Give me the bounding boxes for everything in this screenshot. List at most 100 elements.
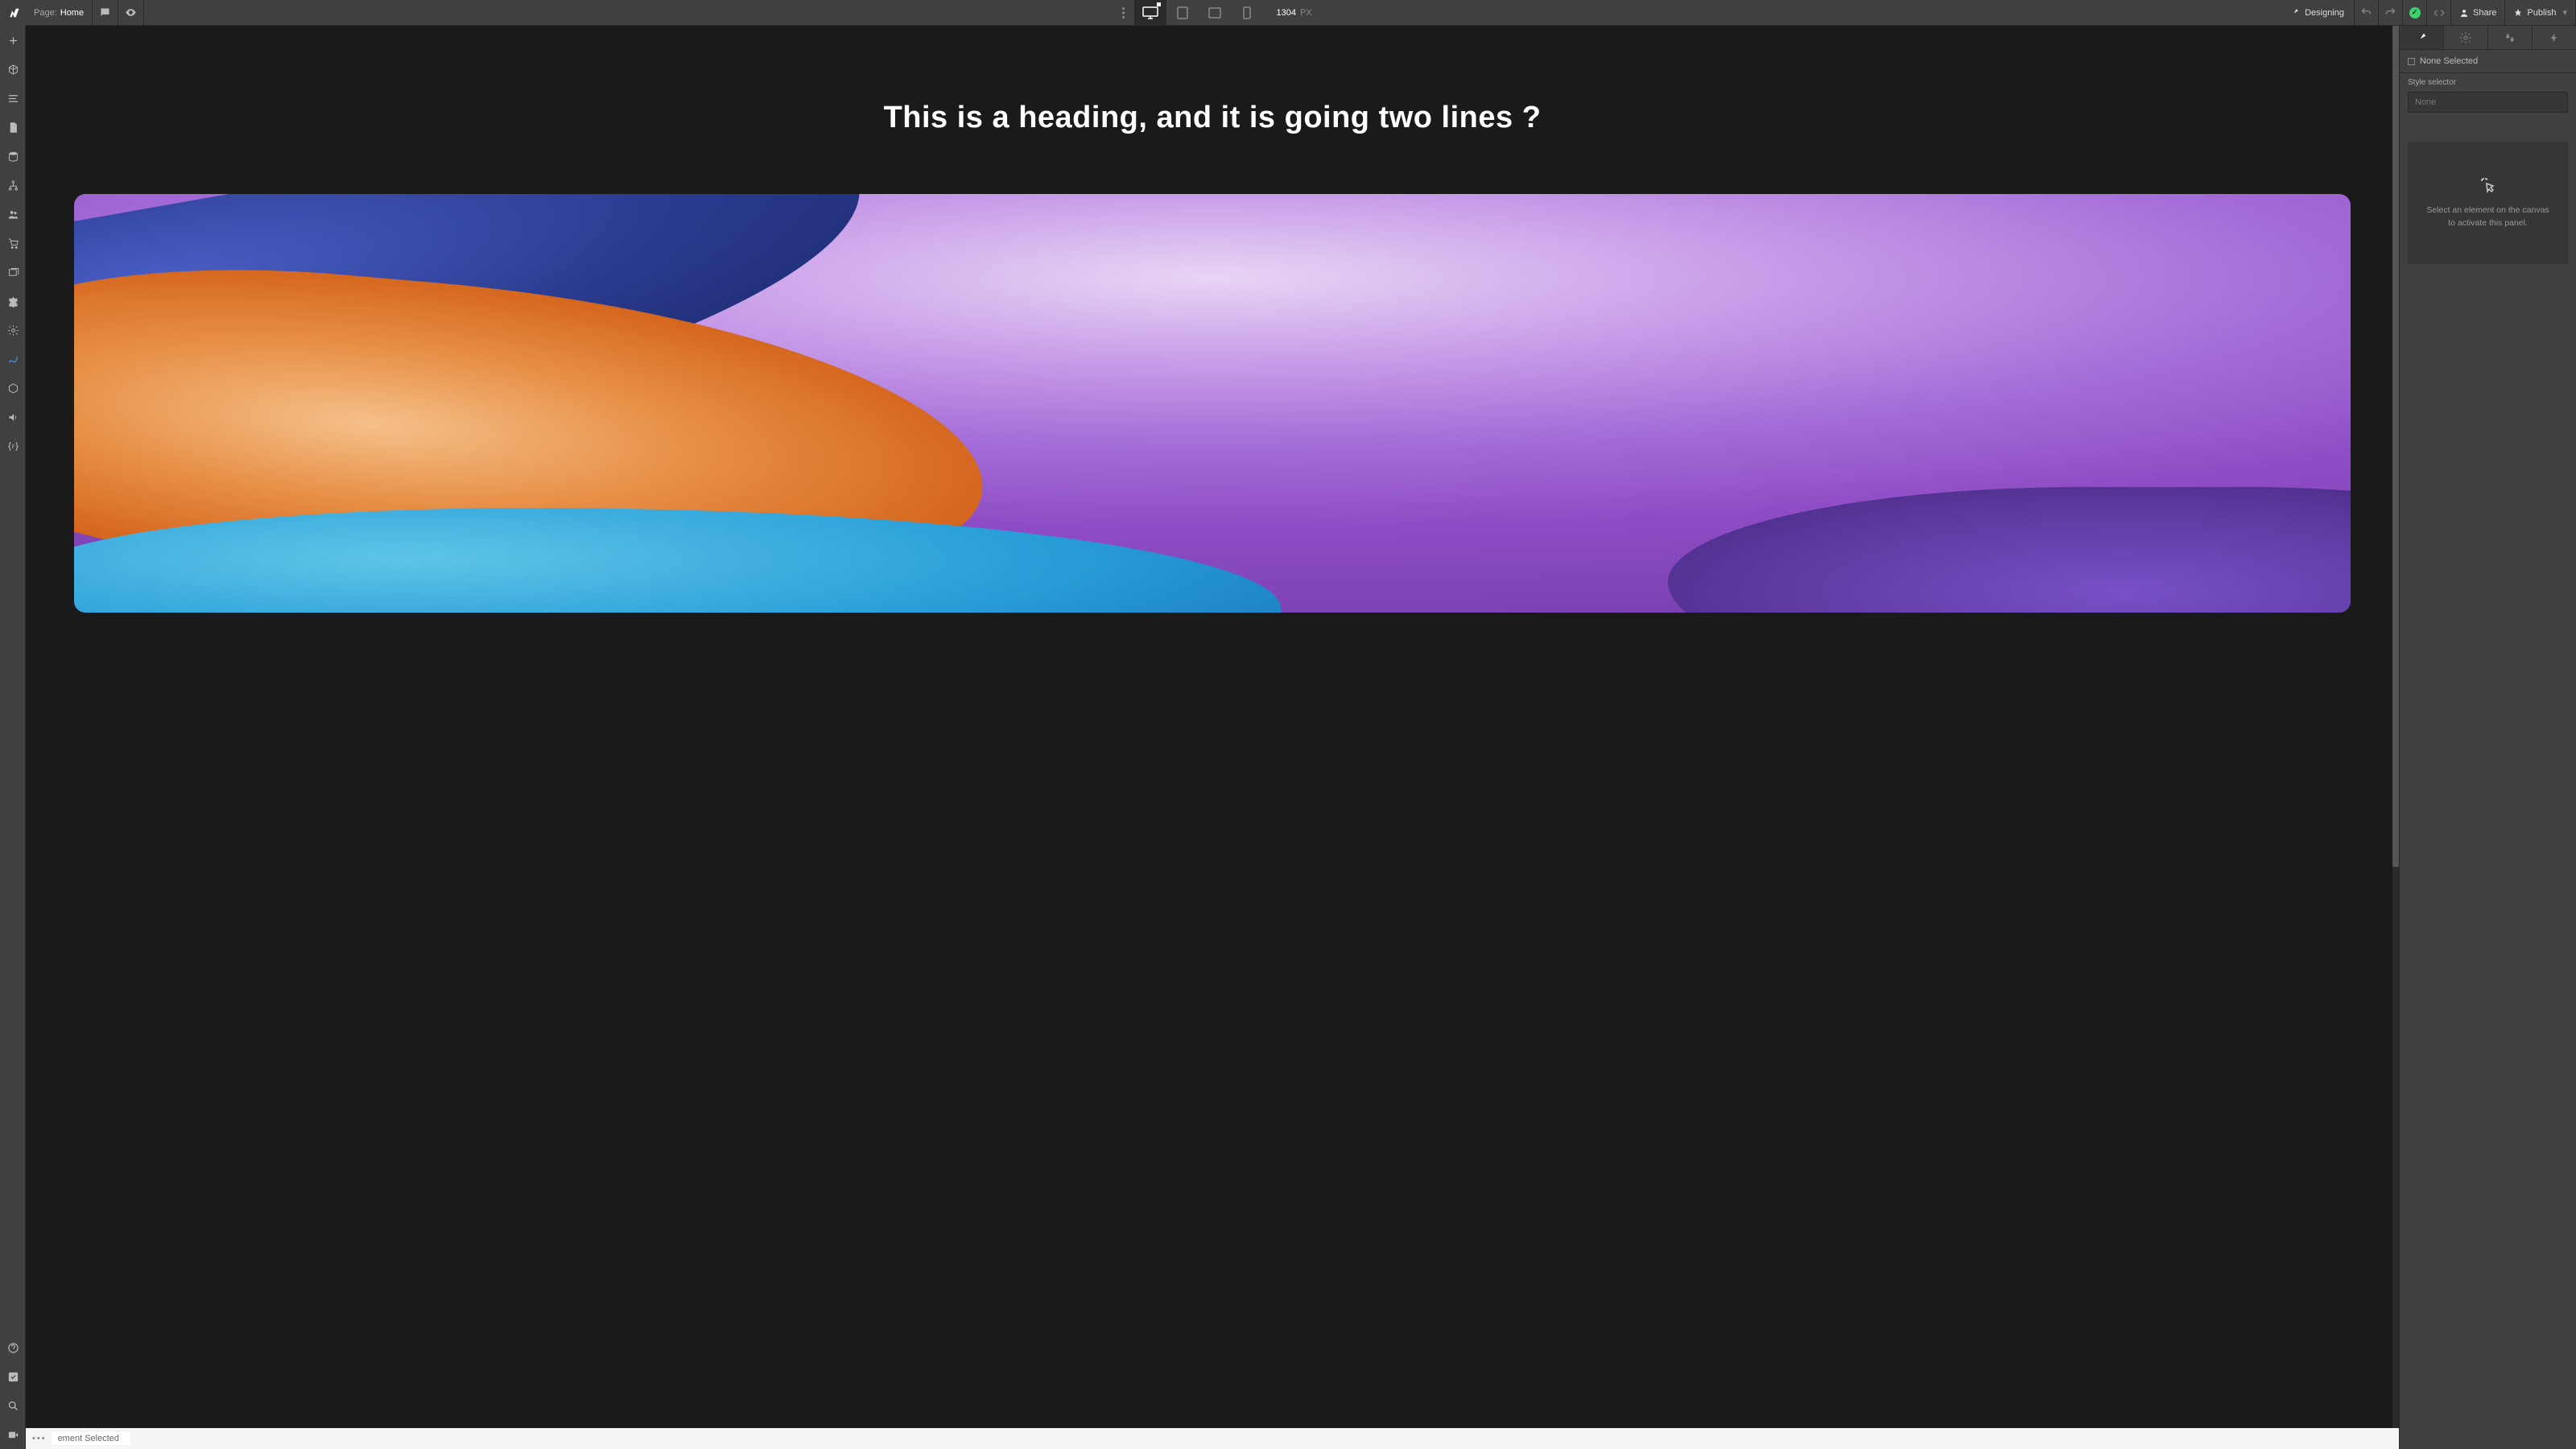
bottom-bar: ••• ement Selected [26, 1428, 2399, 1449]
users-panel-button[interactable] [0, 200, 26, 229]
video-button[interactable] [0, 1420, 26, 1449]
breakpoint-desktop[interactable] [1134, 0, 1166, 26]
search-icon [7, 1400, 19, 1412]
effects-tab[interactable] [2488, 26, 2533, 49]
add-elements-button[interactable] [0, 26, 26, 55]
viewport-width-value: 1304 [1276, 8, 1295, 18]
page-icon [7, 122, 19, 134]
eye-icon [125, 6, 137, 19]
chevron-down-icon: ▾ [2562, 7, 2567, 18]
share-label: Share [2473, 8, 2496, 18]
bolt-icon [2549, 31, 2560, 44]
viewport-width-display[interactable]: 1304 PX [1276, 8, 1311, 18]
style-tab[interactable] [2400, 26, 2444, 49]
help-button[interactable] [0, 1333, 26, 1362]
navigator-button[interactable] [0, 55, 26, 84]
bottom-dots-icon[interactable]: ••• [32, 1434, 47, 1443]
page-selector[interactable]: Page: Home [26, 0, 93, 25]
brackets-f-icon: F [7, 440, 19, 452]
integrations-button[interactable] [0, 345, 26, 374]
settings-tab[interactable] [2444, 26, 2488, 49]
cms-button[interactable] [0, 142, 26, 171]
apps-button[interactable] [0, 287, 26, 316]
breadcrumb-text: ement Selected [58, 1434, 119, 1443]
webflow-logo[interactable] [0, 0, 26, 26]
puzzle-icon [7, 295, 19, 308]
assets-button[interactable] [0, 258, 26, 287]
gear-icon [7, 324, 19, 336]
logic-button[interactable] [0, 402, 26, 431]
designing-label: Designing [2305, 8, 2344, 18]
database-icon [7, 151, 19, 163]
topbar-left: Page: Home [0, 0, 144, 25]
right-panel: None Selected Style selector None Select… [2399, 26, 2576, 1449]
gear-icon [2459, 31, 2472, 44]
speaker-icon [7, 411, 19, 423]
tablet-icon [1177, 6, 1188, 19]
breakpoint-tablet[interactable] [1166, 0, 1199, 26]
breadcrumb-tab[interactable]: ement Selected [52, 1432, 130, 1445]
pages-button[interactable] [0, 84, 26, 113]
sitemap-icon [7, 180, 19, 192]
page-name: Home [60, 8, 84, 18]
style-selector-label: Style selector [2400, 73, 2576, 92]
help-icon [7, 1342, 19, 1354]
check-icon [7, 1371, 19, 1383]
scrollbar[interactable] [2392, 26, 2399, 1428]
search-button[interactable] [0, 1391, 26, 1420]
scrollbar-thumb[interactable] [2392, 26, 2399, 867]
status-indicator[interactable] [2403, 0, 2427, 26]
canvas-area: This is a heading, and it is going two l… [26, 26, 2399, 1449]
code-icon [2433, 7, 2446, 19]
preview-button[interactable] [118, 0, 144, 26]
undo-icon [2360, 6, 2372, 19]
nav-list-icon [7, 93, 19, 105]
selector-placeholder: None [2415, 97, 2436, 107]
drops-icon [2504, 31, 2516, 44]
plus-icon [7, 35, 19, 47]
cube-icon [7, 64, 19, 76]
selection-indicator: None Selected [2400, 50, 2576, 73]
page-label: Page: [34, 8, 57, 18]
breakpoint-controls: 1304 PX [1112, 0, 1311, 25]
cart-icon [7, 237, 19, 250]
share-button[interactable]: Share [2451, 0, 2505, 25]
canvas[interactable]: This is a heading, and it is going two l… [26, 26, 2399, 1428]
top-bar: Page: Home 1304 PX [0, 0, 2576, 26]
canvas-heading[interactable]: This is a heading, and it is going two l… [26, 98, 2399, 138]
users-button[interactable] [0, 171, 26, 200]
breakpoint-menu-button[interactable] [1112, 0, 1134, 25]
layers-icon [7, 266, 19, 279]
selection-text: None Selected [2420, 56, 2478, 66]
components-button[interactable] [0, 374, 26, 402]
comments-button[interactable] [93, 0, 118, 26]
settings-button[interactable] [0, 316, 26, 345]
box-icon [7, 382, 19, 394]
redo-icon [2384, 6, 2396, 19]
interactions-tab[interactable] [2533, 26, 2576, 49]
rocket-icon [2513, 8, 2523, 18]
desktop-icon [1142, 6, 1158, 19]
pages-panel-button[interactable] [0, 113, 26, 142]
redo-button[interactable] [2379, 0, 2403, 26]
people-icon [7, 208, 19, 221]
empty-state-text: Select an element on the canvas to activ… [2426, 205, 2549, 228]
publish-button[interactable]: Publish ▾ [2505, 0, 2576, 25]
selection-square-icon [2408, 58, 2415, 65]
ecommerce-button[interactable] [0, 229, 26, 258]
mobile-icon [1243, 6, 1251, 19]
style-selector-input[interactable]: None [2408, 92, 2568, 113]
svg-text:F: F [11, 444, 14, 450]
status-ok-icon [2409, 7, 2421, 19]
canvas-image[interactable] [74, 194, 2351, 613]
topbar-right: Designing Share Publish ▾ [2280, 0, 2576, 25]
right-panel-tabs [2400, 26, 2576, 50]
breakpoint-mobile[interactable] [1231, 0, 1263, 26]
audit-button[interactable] [0, 1362, 26, 1391]
variables-button[interactable]: F [0, 431, 26, 460]
code-button[interactable] [2427, 0, 2451, 26]
designing-mode-button[interactable]: Designing [2280, 0, 2355, 25]
vertical-dots-icon [1122, 7, 1125, 19]
undo-button[interactable] [2355, 0, 2379, 26]
breakpoint-tablet-landscape[interactable] [1199, 0, 1231, 26]
